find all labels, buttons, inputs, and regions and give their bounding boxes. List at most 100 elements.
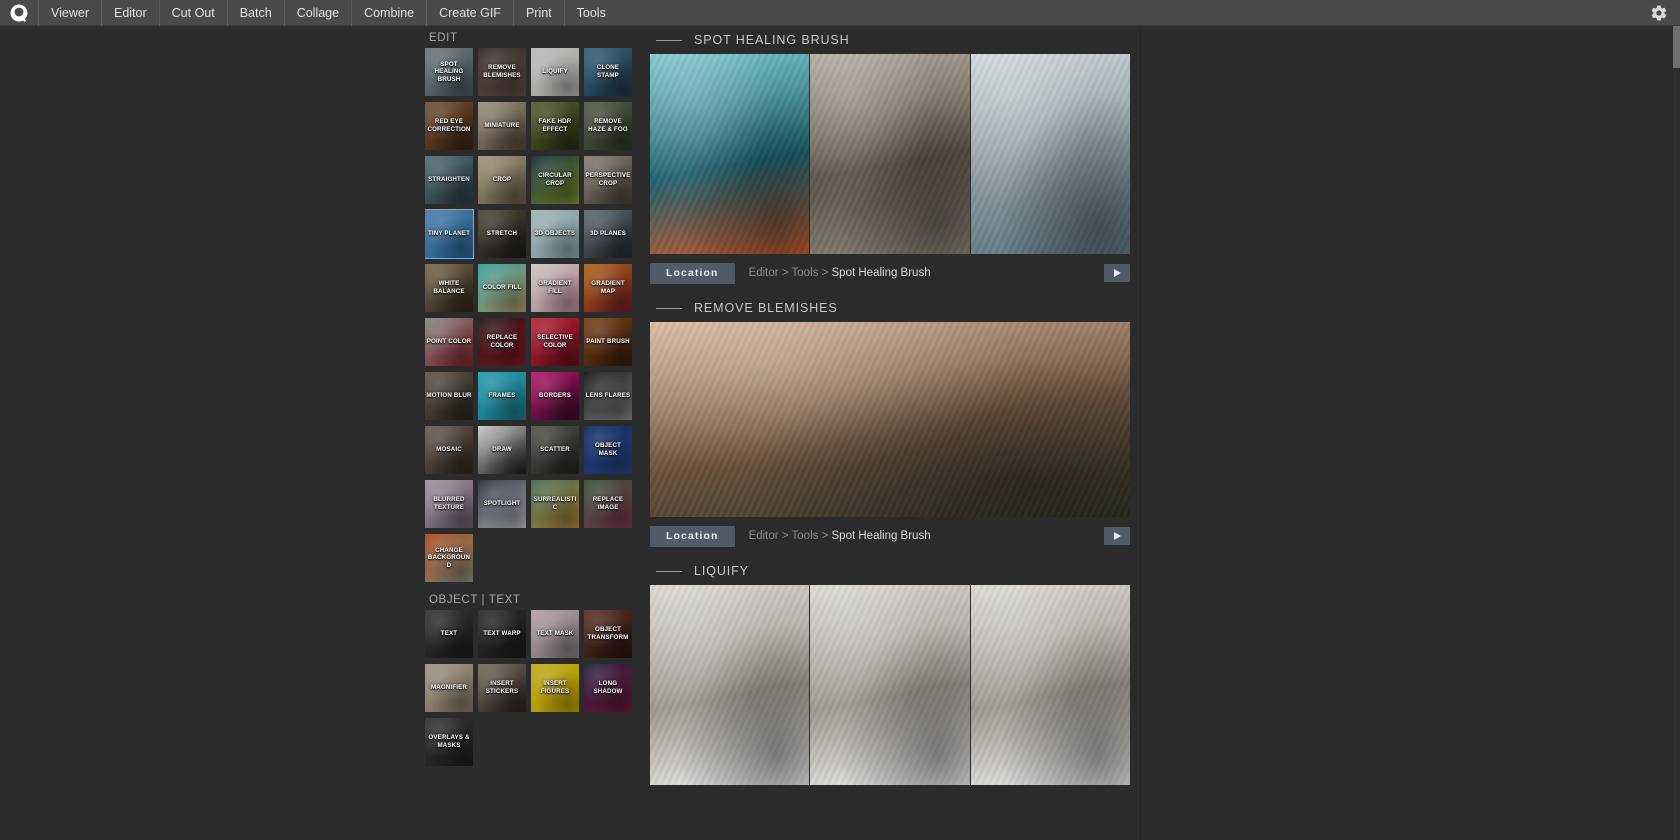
tool-tile-magnifier[interactable]: MAGNIFIER bbox=[425, 664, 473, 712]
tile-label: SELECTIVE COLOR bbox=[537, 334, 573, 349]
tile-label: MINIATURE bbox=[484, 122, 520, 130]
tile-label: FAKE HDR EFFECT bbox=[538, 118, 572, 133]
app-logo-icon[interactable] bbox=[0, 0, 38, 26]
tile-label: BLURRED TEXTURE bbox=[433, 496, 465, 511]
tool-tile-frames[interactable]: FRAMES bbox=[478, 372, 526, 420]
menu-item-batch[interactable]: Batch bbox=[226, 0, 284, 26]
location-button[interactable]: Location bbox=[650, 525, 735, 547]
tool-tile-paint-brush[interactable]: PAINT BRUSH bbox=[584, 318, 632, 366]
tile-label: REPLACE COLOR bbox=[486, 334, 518, 349]
beach-people-photo[interactable] bbox=[970, 54, 1130, 254]
tool-preview-panel[interactable]: SPOT HEALING BRUSH Location Editor > Tools… bbox=[650, 26, 1140, 840]
tool-tile-long-shadow[interactable]: LONG SHADOW bbox=[584, 664, 632, 712]
tool-tile-stretch[interactable]: STRETCH bbox=[478, 210, 526, 258]
preview-image-strip[interactable] bbox=[650, 585, 1130, 785]
tool-tile-3d-planes[interactable]: 3D PLANES bbox=[584, 210, 632, 258]
tool-tile-miniature[interactable]: MINIATURE bbox=[478, 102, 526, 150]
tool-tile-straighten[interactable]: STRAIGHTEN bbox=[425, 156, 473, 204]
tile-label: PERSPECTIVE CROP bbox=[585, 172, 631, 187]
tool-tile-crop[interactable]: CROP bbox=[478, 156, 526, 204]
tool-tile-perspective-crop[interactable]: PERSPECTIVE CROP bbox=[584, 156, 632, 204]
tool-tile-red-eye-correction[interactable]: RED EYE CORRECTION bbox=[425, 102, 473, 150]
menu-item-cut-out[interactable]: Cut Out bbox=[158, 0, 227, 26]
menu-item-editor[interactable]: Editor bbox=[100, 0, 159, 26]
location-bar: Location Editor > Tools > Spot Healing Br… bbox=[650, 262, 1130, 284]
menu-item-tools[interactable]: Tools bbox=[563, 0, 618, 26]
tile-label: PAINT BRUSH bbox=[586, 338, 630, 346]
tool-tile-text[interactable]: TEXT bbox=[425, 610, 473, 658]
tool-tile-clone-stamp[interactable]: CLONE STAMP bbox=[584, 48, 632, 96]
tool-tile-change-background[interactable]: CHANGE BACKGROUND bbox=[425, 534, 473, 582]
tool-tile-motion-blur[interactable]: MOTION BLUR bbox=[425, 372, 473, 420]
tile-label: RED EYE CORRECTION bbox=[427, 118, 471, 133]
play-icon[interactable] bbox=[1104, 527, 1130, 545]
tool-tile-object-transform[interactable]: OBJECT TRANSFORM bbox=[584, 610, 632, 658]
breadcrumb-separator: > bbox=[781, 267, 789, 279]
tool-tile-3d-objects[interactable]: 3D OBJECTS bbox=[531, 210, 579, 258]
tool-tile-replace-color[interactable]: REPLACE COLOR bbox=[478, 318, 526, 366]
tool-tile-object-mask[interactable]: OBJECT MASK bbox=[584, 426, 632, 474]
breadcrumb-item[interactable]: Tools bbox=[792, 530, 819, 542]
location-button[interactable]: Location bbox=[650, 262, 735, 284]
location-bar: Location Editor > Tools > Spot Healing Br… bbox=[650, 525, 1130, 547]
tools-tile-panel[interactable]: EDIT SPOT HEALING BRUSH REMOVE BLEMISHES LI… bbox=[425, 26, 650, 840]
arctic-fox-photo-3[interactable] bbox=[970, 585, 1130, 785]
tool-tile-borders[interactable]: BORDERS bbox=[531, 372, 579, 420]
tool-tile-scatter[interactable]: SCATTER bbox=[531, 426, 579, 474]
menu-item-viewer[interactable]: Viewer bbox=[38, 0, 101, 26]
tool-tile-draw[interactable]: DRAW bbox=[478, 426, 526, 474]
tool-tile-selective-color[interactable]: SELECTIVE COLOR bbox=[531, 318, 579, 366]
gear-icon[interactable] bbox=[1650, 4, 1668, 22]
breadcrumb-item[interactable]: Tools bbox=[792, 267, 819, 279]
tile-label: FRAMES bbox=[488, 392, 516, 400]
breadcrumb-current: Spot Healing Brush bbox=[831, 530, 931, 542]
play-icon[interactable] bbox=[1104, 264, 1130, 282]
section-title-edit: EDIT bbox=[429, 32, 458, 44]
tool-tile-point-color[interactable]: POINT COLOR bbox=[425, 318, 473, 366]
tool-tile-circular-crop[interactable]: CIRCULAR CROP bbox=[531, 156, 579, 204]
tool-tile-spot-healing-brush[interactable]: SPOT HEALING BRUSH bbox=[425, 48, 473, 96]
tool-tile-text-warp[interactable]: TEXT WARP bbox=[478, 610, 526, 658]
arctic-fox-photo-1[interactable] bbox=[650, 585, 811, 785]
preview-image-strip[interactable] bbox=[650, 322, 1130, 517]
tile-label: INSERT FIGURES bbox=[540, 680, 570, 695]
tool-tile-remove-haze-fog[interactable]: REMOVE HAZE & FOG bbox=[584, 102, 632, 150]
breadcrumb-item[interactable]: Editor bbox=[749, 530, 779, 542]
tool-tile-text-mask[interactable]: TEXT MASK bbox=[531, 610, 579, 658]
tool-tile-fake-hdr-effect[interactable]: FAKE HDR EFFECT bbox=[531, 102, 579, 150]
tool-tile-mosaic[interactable]: MOSAIC bbox=[425, 426, 473, 474]
menu-item-collage[interactable]: Collage bbox=[283, 0, 351, 26]
tool-tile-lens-flares[interactable]: LENS FLARES bbox=[584, 372, 632, 420]
menu-item-combine[interactable]: Combine bbox=[351, 0, 426, 26]
menu-item-print[interactable]: Print bbox=[512, 0, 564, 26]
brick-wall-numbers-photo[interactable] bbox=[810, 54, 971, 254]
tool-tile-liquify[interactable]: LIQUIFY bbox=[531, 48, 579, 96]
tool-tile-surrealistic[interactable]: SURREALISTIC bbox=[531, 480, 579, 528]
breadcrumb-separator: > bbox=[781, 530, 789, 542]
breadcrumb-separator: > bbox=[821, 267, 829, 279]
tool-tile-blurred-texture[interactable]: BLURRED TEXTURE bbox=[425, 480, 473, 528]
pool-palm-photo[interactable] bbox=[650, 54, 811, 254]
breadcrumb-item[interactable]: Editor bbox=[749, 267, 779, 279]
tool-tile-tiny-planet[interactable]: TINY PLANET bbox=[425, 209, 474, 259]
tool-tile-replace-image[interactable]: REPLACE IMAGE bbox=[584, 480, 632, 528]
arctic-fox-photo-2[interactable] bbox=[810, 585, 971, 785]
photo-texture bbox=[650, 322, 1130, 517]
preview-image-strip[interactable] bbox=[650, 54, 1130, 254]
tool-tile-spotlight[interactable]: SPOTLIGHT bbox=[478, 480, 526, 528]
vertical-scrollbar[interactable] bbox=[1673, 26, 1680, 840]
tool-tile-gradient-map[interactable]: GRADIENT MAP bbox=[584, 264, 632, 312]
breadcrumb: Editor > Tools > Spot Healing Brush bbox=[749, 267, 931, 279]
tile-label: SPOTLIGHT bbox=[483, 500, 521, 508]
tool-tile-gradient-fill[interactable]: GRADIENT FILL bbox=[531, 264, 579, 312]
tool-tile-color-fill[interactable]: COLOR FILL bbox=[478, 264, 526, 312]
menu-item-create-gif[interactable]: Create GIF bbox=[426, 0, 513, 26]
tile-label: CIRCULAR CROP bbox=[538, 172, 572, 187]
scrollbar-thumb[interactable] bbox=[1673, 26, 1680, 68]
tool-tile-overlays-masks[interactable]: OVERLAYS & MASKS bbox=[425, 718, 473, 766]
portrait-woman-photo[interactable] bbox=[650, 322, 1130, 517]
tool-tile-insert-figures[interactable]: INSERT FIGURES bbox=[531, 664, 579, 712]
tool-tile-insert-stickers[interactable]: INSERT STICKERS bbox=[478, 664, 526, 712]
tool-tile-remove-blemishes[interactable]: REMOVE BLEMISHES bbox=[478, 48, 526, 96]
tool-tile-white-balance[interactable]: WHITE BALANCE bbox=[425, 264, 473, 312]
